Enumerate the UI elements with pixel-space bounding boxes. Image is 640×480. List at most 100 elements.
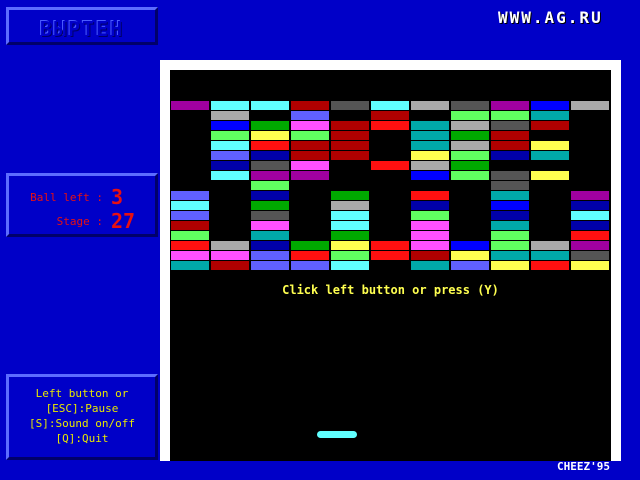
help-line-sound: [S]:Sound on/off	[29, 417, 135, 430]
help-line-start: Left button or	[35, 387, 129, 400]
brick	[491, 171, 529, 180]
brick	[171, 251, 209, 260]
brick	[491, 211, 529, 220]
brick	[491, 201, 529, 210]
brick	[291, 171, 329, 180]
brick	[571, 241, 609, 250]
brick	[491, 261, 529, 270]
brick	[251, 211, 289, 220]
brick	[451, 241, 489, 250]
stage-label: Stage :	[56, 215, 103, 228]
help-panel: Left button or [ESC]:Pause [S]:Sound on/…	[6, 374, 158, 460]
brick	[451, 251, 489, 260]
brick	[491, 181, 529, 190]
brick	[251, 221, 289, 230]
brick	[411, 131, 449, 140]
brick	[331, 121, 369, 130]
brick	[251, 181, 289, 190]
brick	[451, 111, 489, 120]
brick	[411, 161, 449, 170]
brick	[291, 261, 329, 270]
brick	[371, 251, 409, 260]
site-logo: WWW.AG.RU	[498, 8, 603, 27]
brick	[451, 131, 489, 140]
brick	[531, 111, 569, 120]
brick	[251, 171, 289, 180]
brick	[331, 101, 369, 110]
brick	[211, 111, 249, 120]
brick	[571, 211, 609, 220]
brick	[331, 261, 369, 270]
brick	[291, 251, 329, 260]
brick	[171, 261, 209, 270]
brick	[291, 241, 329, 250]
brick	[411, 221, 449, 230]
brick	[211, 121, 249, 130]
brick	[371, 121, 409, 130]
brick	[211, 241, 249, 250]
balls-left-label: Ball left :	[30, 191, 103, 204]
brick	[571, 251, 609, 260]
brick	[411, 141, 449, 150]
brick	[411, 101, 449, 110]
credit: CHEEZ'95	[557, 460, 610, 473]
brick	[331, 191, 369, 200]
brick	[171, 191, 209, 200]
brick	[531, 261, 569, 270]
brick	[171, 211, 209, 220]
brick	[491, 111, 529, 120]
help-line-quit: [Q]:Quit	[55, 432, 109, 445]
brick	[291, 151, 329, 160]
brick	[291, 101, 329, 110]
brick	[571, 101, 609, 110]
brick	[491, 221, 529, 230]
brick	[171, 101, 209, 110]
brick	[411, 251, 449, 260]
brick	[171, 221, 209, 230]
brick	[531, 151, 569, 160]
paddle[interactable]	[317, 431, 357, 438]
brick	[531, 121, 569, 130]
brick	[331, 201, 369, 210]
game-title: ВЫРТЕН	[39, 17, 125, 41]
start-prompt: Click left button or press (Y)	[282, 283, 499, 297]
brick	[251, 241, 289, 250]
playfield[interactable]: Click left button or press (Y)	[170, 70, 611, 461]
brick	[331, 251, 369, 260]
balls-left-row: Ball left : 3	[23, 185, 123, 209]
brick	[491, 131, 529, 140]
brick	[251, 131, 289, 140]
brick	[451, 151, 489, 160]
brick	[531, 251, 569, 260]
brick	[531, 171, 569, 180]
brick	[411, 121, 449, 130]
brick	[571, 191, 609, 200]
brick	[331, 221, 369, 230]
brick	[291, 121, 329, 130]
stage-row: Stage : 27	[23, 209, 135, 233]
brick	[411, 171, 449, 180]
brick	[251, 161, 289, 170]
brick	[171, 231, 209, 240]
brick	[291, 131, 329, 140]
brick	[211, 131, 249, 140]
brick	[411, 261, 449, 270]
brick	[331, 131, 369, 140]
brick	[451, 261, 489, 270]
brick	[211, 161, 249, 170]
brick	[291, 141, 329, 150]
brick	[411, 211, 449, 220]
brick	[371, 101, 409, 110]
brick	[451, 121, 489, 130]
brick	[531, 141, 569, 150]
brick	[211, 171, 249, 180]
brick	[571, 201, 609, 210]
brick	[331, 241, 369, 250]
help-line-pause: [ESC]:Pause	[45, 402, 119, 415]
brick	[171, 201, 209, 210]
brick	[491, 241, 529, 250]
brick	[411, 241, 449, 250]
brick	[171, 241, 209, 250]
brick	[451, 161, 489, 170]
brick	[371, 241, 409, 250]
